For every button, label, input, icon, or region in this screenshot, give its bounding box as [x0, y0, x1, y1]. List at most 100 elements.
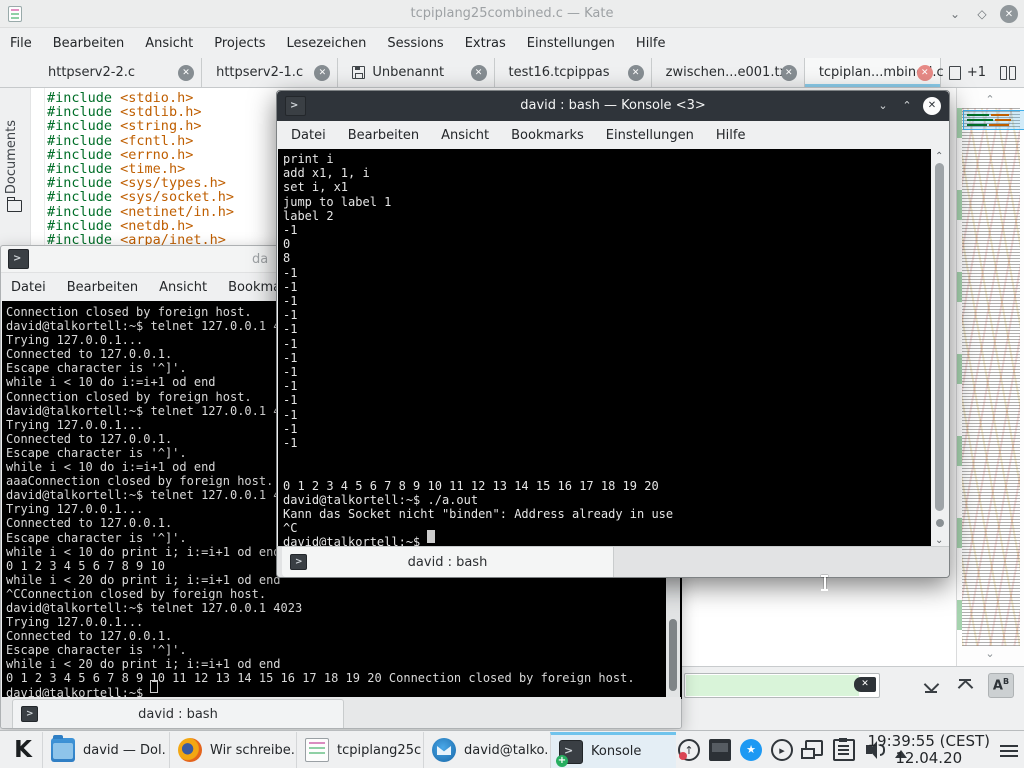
kate-menu-ansicht[interactable]: Ansicht: [145, 36, 193, 51]
clipboard-icon[interactable]: [833, 739, 855, 761]
task-label: tcpiplang25c...: [337, 743, 421, 758]
task-label: Konsole: [591, 744, 641, 759]
tab-close-icon[interactable]: ✕: [314, 65, 330, 81]
tab-close-icon[interactable]: ✕: [781, 65, 797, 81]
kate-close-icon[interactable]: ✕: [1000, 5, 1018, 23]
kate-menu-hilfe[interactable]: Hilfe: [636, 36, 666, 51]
sidebar-tab-documents[interactable]: Documents: [4, 120, 19, 194]
kate-tab-httpserv2-2[interactable]: httpserv2-2.c ✕: [34, 58, 202, 87]
terminal-tab-icon: >: [290, 554, 307, 570]
task-label: david — Dol...: [83, 743, 167, 758]
task-thunderbird[interactable]: david@talko...: [423, 732, 548, 768]
accessibility-icon[interactable]: [740, 739, 762, 761]
media-player-icon[interactable]: ▸: [771, 739, 793, 761]
tab-close-icon[interactable]: ✕: [178, 65, 194, 81]
konsole-fg-session-tab[interactable]: > david : bash: [282, 547, 614, 577]
kate-menu-bearbeiten[interactable]: Bearbeiten: [53, 36, 124, 51]
kate-tab-tcpiplang-active[interactable]: tcpiplan...mbined.c ✕: [805, 58, 941, 87]
menu-hilfe[interactable]: Hilfe: [716, 128, 746, 143]
kate-tab-unbenannt[interactable]: Unbenannt ✕: [338, 58, 494, 87]
kate-menu-lesezeichen[interactable]: Lesezeichen: [286, 36, 366, 51]
kate-tab-test16[interactable]: test16.tcpippas ✕: [495, 58, 652, 87]
tab-label: zwischen...e001.txt: [666, 65, 793, 80]
kate-tab-zwischen[interactable]: zwischen...e001.txt ✕: [652, 58, 805, 87]
menu-ansicht[interactable]: Ansicht: [159, 280, 207, 295]
konsole-fg-tabbar: > david : bash: [277, 546, 949, 577]
tab-close-icon[interactable]: ✕: [471, 65, 487, 81]
session-tab-label: david : bash: [138, 707, 218, 722]
scrollbar-thumb[interactable]: [935, 163, 944, 511]
terminal-cursor: [427, 530, 435, 543]
kate-more-documents[interactable]: +1: [941, 58, 1024, 87]
konsole-fg-window-title: david : bash — Konsole <3>: [277, 98, 949, 113]
konsole-bg-session-tab[interactable]: > david : bash: [12, 699, 344, 728]
kate-menu-sessions[interactable]: Sessions: [387, 36, 443, 51]
firefox-icon: [178, 738, 202, 762]
filesystem-browser-icon[interactable]: [7, 200, 22, 212]
menu-ansicht[interactable]: Ansicht: [441, 128, 489, 143]
kate-menu-extras[interactable]: Extras: [465, 36, 506, 51]
kate-menu-projects[interactable]: Projects: [214, 36, 265, 51]
konsole-icon: >+: [559, 740, 583, 764]
search-input[interactable]: ✕ ⌄: [684, 673, 880, 698]
panel-settings-icon[interactable]: [1000, 742, 1018, 758]
kate-icon: [305, 738, 329, 762]
menu-bearbeiten[interactable]: Bearbeiten: [348, 128, 419, 143]
digital-clock[interactable]: 19:39:55 (CEST) 12.04.20: [868, 733, 990, 767]
close-icon[interactable]: ✕: [923, 97, 941, 115]
konsole-fg-terminal[interactable]: print i add x1, 1, i set i, x1 jump to l…: [278, 149, 933, 548]
kate-menu-file[interactable]: File: [10, 36, 32, 51]
menu-bookmarks[interactable]: Bookmarks: [511, 128, 584, 143]
kate-window-title: tcpiplang25combined.c — Kate: [0, 6, 1024, 21]
terminal-tab-icon: >: [21, 706, 38, 722]
konsole-window-foreground[interactable]: > david : bash — Konsole <3> ⌄ ⌃ ✕ Datei…: [276, 90, 950, 578]
kate-tab-httpserv2-1[interactable]: httpserv2-1.c ✕: [202, 58, 338, 87]
notification-dot: [679, 752, 687, 760]
clear-search-icon[interactable]: ✕: [854, 677, 876, 692]
tab-label: test16.tcpippas: [509, 65, 610, 80]
network-icon[interactable]: [802, 739, 824, 761]
konsole-fg-menubar: Datei Bearbeiten Ansicht Bookmarks Einst…: [277, 121, 949, 149]
application-launcher-icon[interactable]: K: [8, 735, 38, 765]
clock-date: 12.04.20: [868, 750, 990, 767]
minimap-scroll-up-icon[interactable]: ⌃: [983, 96, 997, 104]
minimap-scroll-down-icon[interactable]: ⌄: [983, 650, 997, 658]
task-firefox[interactable]: Wir schreibe...: [169, 732, 294, 768]
scrollbar-marker: [936, 519, 944, 527]
menu-einstellungen[interactable]: Einstellungen: [606, 128, 694, 143]
minimap-viewport[interactable]: [963, 110, 1024, 130]
find-next-button[interactable]: [918, 673, 944, 698]
task-konsole-active[interactable]: >+ Konsole: [550, 732, 676, 768]
kate-menu-einstellungen[interactable]: Einstellungen: [527, 36, 615, 51]
desktop: tcpiplang25combined.c — Kate ⌄ ◇ ✕ File …: [0, 0, 1024, 768]
maximize-icon[interactable]: ⌃: [899, 98, 915, 114]
scroll-down-icon[interactable]: ⌄: [935, 535, 943, 546]
konsole-bg-window-title: da: [252, 252, 268, 267]
task-label: david@talko...: [464, 743, 548, 758]
konsole-fg-titlebar[interactable]: > david : bash — Konsole <3> ⌄ ⌃ ✕: [277, 91, 949, 121]
dolphin-icon: [51, 738, 75, 762]
code-view: #include <stdio.h>#include <stdlib.h>#in…: [47, 91, 234, 247]
mouse-ibeam-cursor: [820, 575, 829, 590]
menu-datei[interactable]: Datei: [291, 128, 326, 143]
scrollbar-thumb[interactable]: [669, 619, 677, 691]
find-previous-button[interactable]: [952, 673, 978, 698]
menu-datei[interactable]: Datei: [11, 280, 46, 295]
minimap-content[interactable]: [962, 108, 1020, 646]
updates-icon[interactable]: ↑: [678, 739, 700, 761]
tab-close-icon[interactable]: ✕: [628, 65, 644, 81]
minimize-icon[interactable]: ⌄: [875, 98, 891, 114]
menu-bearbeiten[interactable]: Bearbeiten: [67, 280, 138, 295]
scroll-up-icon[interactable]: ⌃: [935, 151, 943, 162]
match-case-toggle[interactable]: AB: [988, 673, 1014, 698]
kate-maximize-icon[interactable]: ◇: [973, 5, 991, 23]
split-view-icon[interactable]: [1000, 66, 1016, 80]
scrollbar[interactable]: ⌃ ⌄: [931, 149, 948, 548]
display-icon[interactable]: [709, 739, 731, 761]
search-input-field[interactable]: [686, 675, 859, 696]
kate-minimap[interactable]: ⌃ ⌄: [956, 88, 1024, 666]
kate-minimize-icon[interactable]: ⌄: [946, 5, 964, 23]
task-dolphin[interactable]: david — Dol...: [42, 732, 167, 768]
task-kate[interactable]: tcpiplang25c...: [296, 732, 421, 768]
tab-close-icon[interactable]: ✕: [917, 65, 933, 81]
